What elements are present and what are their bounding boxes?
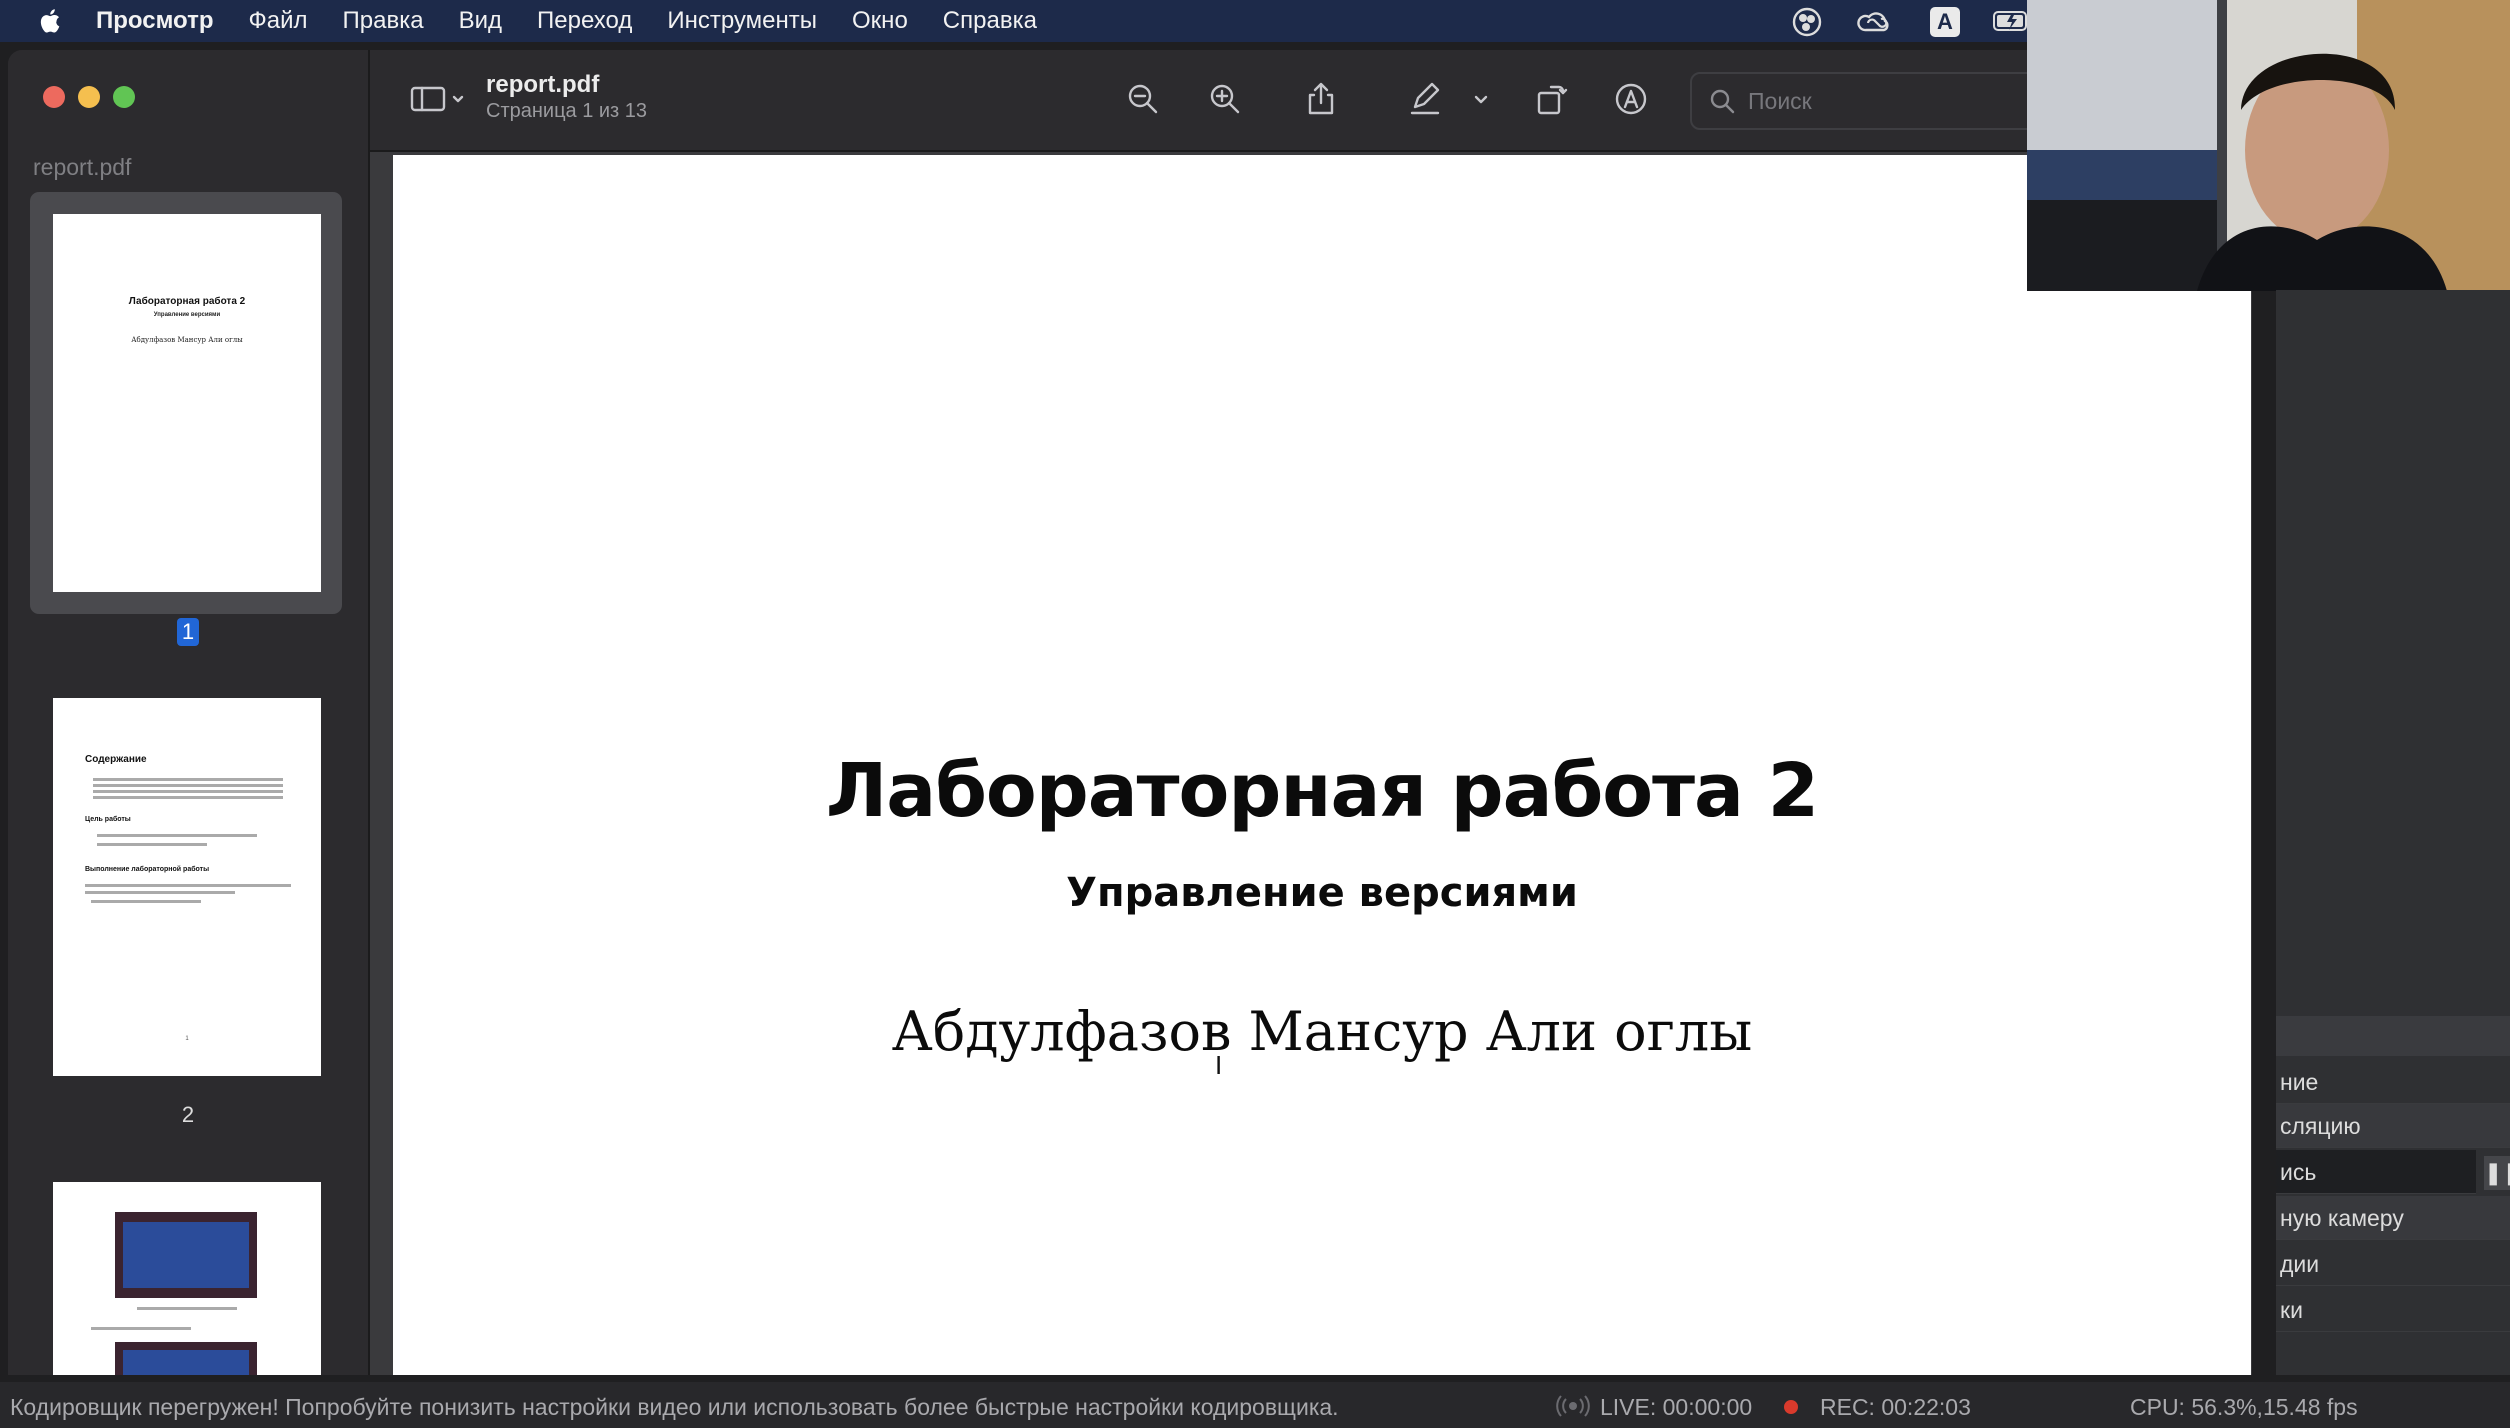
thumbnail-3-screenshot-1: [115, 1212, 257, 1298]
share-button[interactable]: [1298, 76, 1344, 122]
cpu-fps-readout: CPU: 56.3%,15.48 fps: [2130, 1394, 2358, 1420]
live-timer: LIVE: 00:00:00: [1600, 1394, 1753, 1420]
obs-start-streaming-button[interactable]: сляцию: [2276, 1104, 2510, 1148]
menu-help[interactable]: Справка: [943, 7, 1037, 35]
thumbnail-1-subtitle: Управление версиями: [153, 312, 221, 318]
document-title: Лабораторная работа 2: [825, 748, 1819, 834]
thumbnail-2-heading: Содержание: [85, 754, 147, 765]
rotate-button[interactable]: [1528, 76, 1574, 122]
markup-dropdown-chevron-icon[interactable]: [1466, 76, 1496, 122]
page-indicator: Страница 1 из 13: [486, 100, 648, 122]
menu-file[interactable]: Файл: [249, 7, 308, 35]
encoder-warning-text: Кодировщик перегружен! Попробуйте понизи…: [10, 1394, 1339, 1420]
live-broadcast-icon: [1556, 1395, 1590, 1417]
close-window-button[interactable]: [43, 86, 65, 108]
menu-view[interactable]: Вид: [459, 7, 502, 35]
thumbnail-page-3[interactable]: [53, 1182, 321, 1375]
thumbnail-2-section-1: Цель работы: [85, 816, 131, 823]
thumbnail-2-page-number: 2: [181, 1102, 195, 1127]
text-cursor-icon: I: [1215, 1050, 1223, 1080]
thumbnail-1-title: Лабораторная работа 2: [128, 296, 246, 307]
menu-go[interactable]: Переход: [537, 7, 632, 35]
search-placeholder: Поиск: [1748, 88, 1812, 114]
sidebar-document-title: report.pdf: [33, 154, 132, 180]
obs-studio-mode-button[interactable]: дии: [2276, 1242, 2510, 1286]
thumbnail-2-section-2: Выполнение лабораторной работы: [85, 866, 210, 873]
markup-pen-button[interactable]: [1402, 76, 1448, 122]
webcam-overlay: [2027, 0, 2510, 291]
thumbnail-3-screenshot-2: [115, 1342, 257, 1375]
minimize-window-button[interactable]: [78, 86, 100, 108]
menu-edit[interactable]: Правка: [343, 7, 424, 35]
zoom-out-button[interactable]: [1120, 76, 1166, 122]
pdf-page-1[interactable]: Лабораторная работа 2 Управление версиям…: [393, 155, 2251, 1375]
sidebar-toggle-button[interactable]: [404, 76, 474, 122]
thumbnail-sidebar: report.pdf Лабораторная работа 2 Управле…: [8, 50, 370, 1375]
thumbnail-1-page-number: 1: [177, 618, 199, 646]
zoom-window-button[interactable]: [113, 86, 135, 108]
obs-controls-header: [2276, 1016, 2510, 1056]
obs-virtual-camera-button[interactable]: ную камеру: [2276, 1196, 2510, 1240]
obs-controls-label: ние: [2276, 1060, 2510, 1104]
document-subtitle: Управление версиями: [1066, 870, 1578, 916]
search-field[interactable]: Поиск: [1690, 72, 2074, 130]
toolbar: report.pdf Страница 1 из 13 Поиск: [370, 50, 2252, 152]
thumbnail-page-1[interactable]: Лабораторная работа 2 Управление версиям…: [53, 214, 321, 592]
zoom-in-button[interactable]: [1202, 76, 1248, 122]
obs-recording-button[interactable]: ись: [2276, 1150, 2476, 1194]
obs-controls-panel: ние сляцию ись ❚❚ ную камеру дии ки: [2276, 290, 2510, 1375]
search-icon: [1710, 89, 1735, 114]
document-author: Абдулфазов Мансур Али оглы: [891, 1000, 1753, 1063]
rec-timer: REC: 00:22:03: [1820, 1394, 1971, 1420]
document-filename: report.pdf: [486, 71, 600, 98]
menu-app-preview[interactable]: Просмотр: [96, 7, 214, 35]
menu-window[interactable]: Окно: [852, 7, 908, 35]
obs-settings-button[interactable]: ки: [2276, 1288, 2510, 1332]
pause-icon[interactable]: ❚❚: [2484, 1156, 2510, 1190]
creative-cloud-icon[interactable]: [1856, 7, 1892, 37]
thumbnail-2-footer-number: 1: [185, 1036, 189, 1042]
thumbnail-page-2[interactable]: Содержание Цель работы Выполнение лабора…: [53, 698, 321, 1076]
recording-indicator-icon: [1784, 1400, 1798, 1414]
obs-icon[interactable]: [1790, 7, 1824, 37]
battery-icon[interactable]: [1992, 7, 2032, 35]
apple-menu-icon[interactable]: [36, 7, 62, 35]
thumbnail-1-author: Абдулфазов Мансур Али оглы: [131, 336, 243, 344]
input-source-icon[interactable]: A: [1930, 7, 1960, 37]
annotate-button[interactable]: [1608, 76, 1654, 122]
menu-tools[interactable]: Инструменты: [667, 7, 817, 35]
obs-status-bar: Кодировщик перегружен! Попробуйте понизи…: [0, 1382, 2510, 1428]
